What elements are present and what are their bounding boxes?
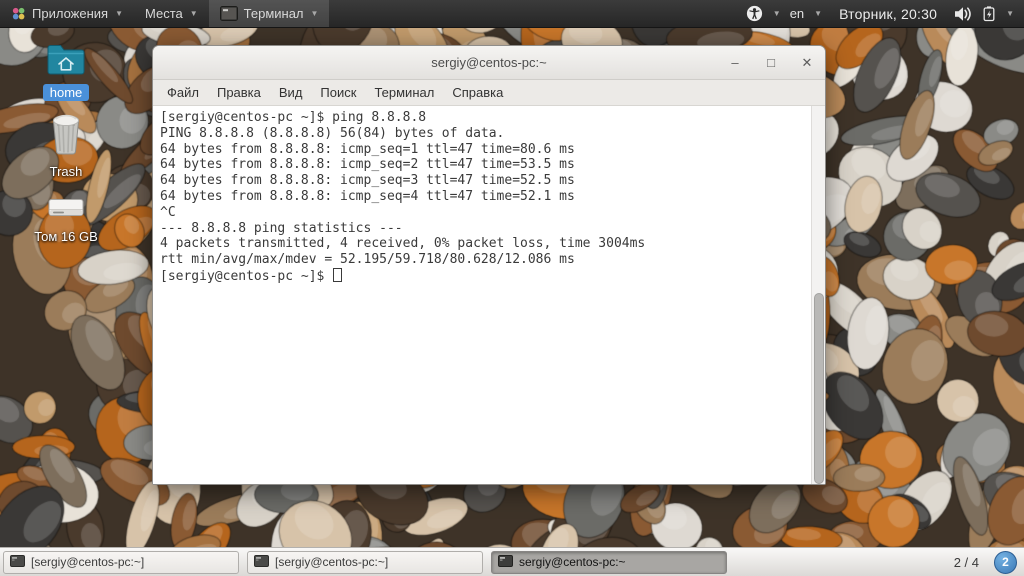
chevron-down-icon: ▼: [773, 9, 781, 18]
terminal-app-menu[interactable]: Терминал ▼: [209, 0, 330, 27]
applications-icon: [11, 6, 26, 21]
terminal-scrollbar[interactable]: [811, 106, 825, 484]
terminal-line: --- 8.8.8.8 ping statistics ---: [160, 221, 809, 237]
terminal-cursor: [333, 268, 342, 282]
taskbar: [sergiy@centos-pc:~] [sergiy@centos-pc:~…: [0, 547, 1024, 576]
workspace-indicator[interactable]: 2 / 4: [954, 555, 979, 570]
workspace-badge[interactable]: 2: [994, 551, 1017, 574]
places-menu-label: Места: [145, 6, 183, 21]
menu-terminal[interactable]: Терминал: [365, 83, 443, 102]
mini-terminal-icon: [498, 555, 513, 570]
desktop-icon-label: home: [43, 84, 90, 101]
chevron-down-icon: ▼: [311, 9, 319, 18]
menu-edit[interactable]: Правка: [208, 83, 270, 102]
minimize-button[interactable]: –: [729, 56, 741, 69]
terminal-line: PING 8.8.8.8 (8.8.8.8) 56(84) bytes of d…: [160, 126, 809, 142]
terminal-app-menu-label: Терминал: [244, 6, 304, 21]
battery-icon[interactable]: [982, 6, 996, 22]
mini-terminal-icon: [10, 555, 25, 570]
terminal-line: 64 bytes from 8.8.8.8: icmp_seq=4 ttl=47…: [160, 189, 809, 205]
taskbar-window-button[interactable]: [sergiy@centos-pc:~]: [247, 551, 483, 574]
terminal-prompt-line: [sergiy@centos-pc ~]$: [160, 268, 809, 285]
top-panel: Приложения ▼ Места ▼ Терминал ▼ ▼ en ▼ В…: [0, 0, 1024, 28]
trash-icon: [48, 113, 84, 160]
menu-file[interactable]: Файл: [158, 83, 208, 102]
terminal-line: [sergiy@centos-pc ~]$ ping 8.8.8.8: [160, 110, 809, 126]
desktop-icon-volume[interactable]: Том 16 GB: [24, 196, 108, 245]
taskbar-window-label: [sergiy@centos-pc:~]: [275, 555, 388, 569]
language-indicator[interactable]: en: [790, 6, 804, 21]
menu-search[interactable]: Поиск: [311, 83, 365, 102]
terminal-prompt: [sergiy@centos-pc ~]$: [160, 269, 332, 284]
scrollbar-thumb[interactable]: [814, 293, 824, 484]
accessibility-icon[interactable]: [746, 5, 763, 22]
chevron-down-icon: ▼: [1006, 9, 1014, 18]
taskbar-window-label: sergiy@centos-pc:~: [519, 555, 626, 569]
chevron-down-icon: ▼: [814, 9, 822, 18]
taskbar-window-button-active[interactable]: sergiy@centos-pc:~: [491, 551, 727, 574]
places-menu[interactable]: Места ▼: [134, 0, 209, 27]
terminal-menubar: Файл Правка Вид Поиск Терминал Справка: [153, 80, 825, 106]
terminal-line: 4 packets transmitted, 4 received, 0% pa…: [160, 236, 809, 252]
desktop-icon-home[interactable]: home: [24, 42, 108, 101]
mini-terminal-icon: [254, 555, 269, 570]
home-folder-icon: [46, 42, 86, 81]
close-button[interactable]: ✕: [801, 56, 813, 69]
disk-drive-icon: [46, 196, 86, 225]
maximize-button[interactable]: □: [765, 56, 777, 69]
terminal-output[interactable]: [sergiy@centos-pc ~]$ ping 8.8.8.8 PING …: [153, 106, 825, 484]
menu-help[interactable]: Справка: [443, 83, 512, 102]
terminal-line: rtt min/avg/max/mdev = 52.195/59.718/80.…: [160, 252, 809, 268]
terminal-line: 64 bytes from 8.8.8.8: icmp_seq=2 ttl=47…: [160, 157, 809, 173]
desktop-icon-label: Trash: [43, 163, 90, 180]
taskbar-window-button[interactable]: [sergiy@centos-pc:~]: [3, 551, 239, 574]
terminal-line: 64 bytes from 8.8.8.8: icmp_seq=1 ttl=47…: [160, 142, 809, 158]
chevron-down-icon: ▼: [115, 9, 123, 18]
menu-view[interactable]: Вид: [270, 83, 312, 102]
terminal-app-icon: [220, 6, 238, 21]
terminal-line: 64 bytes from 8.8.8.8: icmp_seq=3 ttl=47…: [160, 173, 809, 189]
window-title: sergiy@centos-pc:~: [431, 55, 546, 70]
applications-menu-label: Приложения: [32, 6, 108, 21]
window-controls: – □ ✕: [729, 46, 813, 79]
clock[interactable]: Вторник, 20:30: [839, 6, 937, 22]
terminal-window: sergiy@centos-pc:~ – □ ✕ Файл Правка Вид…: [152, 45, 826, 485]
desktop-icon-label: Том 16 GB: [27, 228, 105, 245]
chevron-down-icon: ▼: [190, 9, 198, 18]
taskbar-window-label: [sergiy@centos-pc:~]: [31, 555, 144, 569]
desktop-icon-trash[interactable]: Trash: [24, 113, 108, 180]
panel-status-area: ▼ en ▼ Вторник, 20:30 ▼: [746, 0, 1024, 27]
volume-icon[interactable]: [954, 6, 973, 22]
window-titlebar[interactable]: sergiy@centos-pc:~ – □ ✕: [153, 46, 825, 80]
panel-menus: Приложения ▼ Места ▼ Терминал ▼: [0, 0, 329, 27]
applications-menu[interactable]: Приложения ▼: [0, 0, 134, 27]
terminal-line: ^C: [160, 205, 809, 221]
